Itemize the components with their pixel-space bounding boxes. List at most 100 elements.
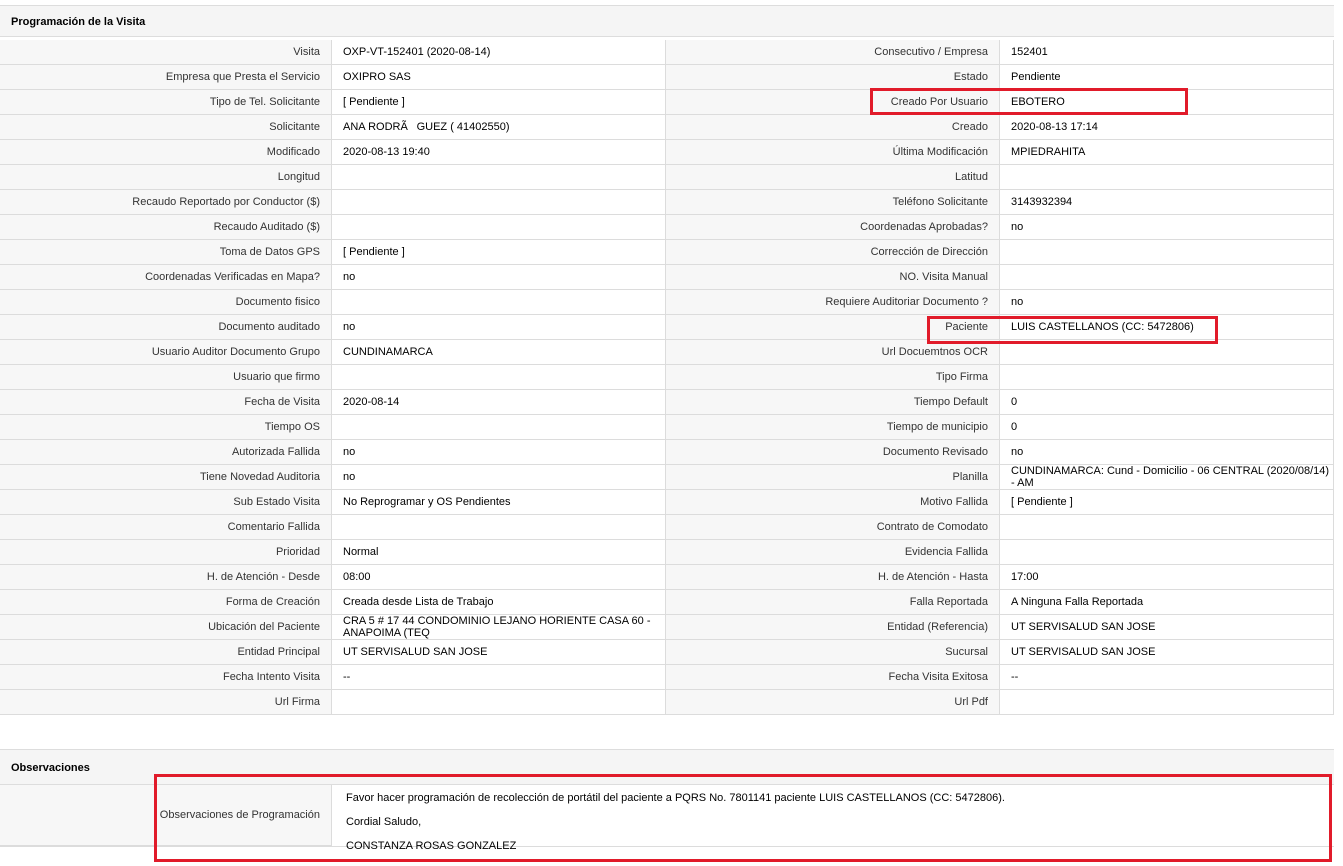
field-label: Latitud (666, 165, 1000, 190)
field-row: Usuario Auditor Documento Grupo CUNDINAMA… (0, 340, 1334, 365)
field-row: Tipo de Tel. Solicitante[ Pendiente ] Cre… (0, 90, 1334, 115)
field-value: -- (1000, 665, 1334, 690)
field-label: Fecha Visita Exitosa (666, 665, 1000, 690)
field-label: Fecha Intento Visita (0, 665, 332, 690)
field-value: CRA 5 # 17 44 CONDOMINIO LEJANO HORIENTE… (332, 615, 666, 640)
field-label: Prioridad (0, 540, 332, 565)
observaciones-text: Favor hacer programación de recolección … (332, 785, 1005, 852)
field-value: no (332, 440, 666, 465)
field-label: Usuario que firmo (0, 365, 332, 390)
field-row: Tiempo OS Tiempo de municipio 0 (0, 415, 1334, 440)
field-label: Sucursal (666, 640, 1000, 665)
field-row: Forma de Creación Creada desde Lista de T… (0, 590, 1334, 615)
field-row: Tiene Novedad Auditoria no Planilla CUNDIN… (0, 465, 1334, 490)
field-value (1000, 265, 1334, 290)
field-row: Recaudo Reportado por Conductor ($) Teléf… (0, 190, 1334, 215)
field-row: Modificado 2020-08-13 19:40 Última Modific… (0, 140, 1334, 165)
field-label: Última Modificación (666, 140, 1000, 165)
observaciones-row: Observaciones de Programación Favor hace… (0, 785, 1334, 852)
field-value: 0 (1000, 415, 1334, 440)
field-row: Empresa que Presta el Servicio OXIPRO SAS… (0, 65, 1334, 90)
field-label: Tipo Firma (666, 365, 1000, 390)
field-label: Requiere Auditoriar Documento ? (666, 290, 1000, 315)
field-label: Longitud (0, 165, 332, 190)
field-value (332, 365, 666, 390)
field-value: 2020-08-13 17:14 (1000, 115, 1334, 140)
field-label: Fecha de Visita (0, 390, 332, 415)
observaciones-label: Observaciones de Programación (0, 785, 332, 846)
field-row: Sub Estado Visita No Reprogramar y OS Pen… (0, 490, 1334, 515)
field-value: A Ninguna Falla Reportada (1000, 590, 1334, 615)
visit-details-grid: Visita OXP-VT-152401 (2020-08-14) Consecut… (0, 40, 1334, 715)
field-value: UT SERVISALUD SAN JOSE (1000, 640, 1334, 665)
field-value (332, 165, 666, 190)
field-value: UT SERVISALUD SAN JOSE (332, 640, 666, 665)
field-label: Contrato de Comodato (666, 515, 1000, 540)
field-value (1000, 365, 1334, 390)
field-label: Url Pdf (666, 690, 1000, 715)
field-label: Usuario Auditor Documento Grupo (0, 340, 332, 365)
field-label: Motivo Fallida (666, 490, 1000, 515)
field-label: Planilla (666, 465, 1000, 490)
field-value: LUIS CASTELLANOS (CC: 5472806) (1000, 315, 1334, 340)
field-value: Pendiente (1000, 65, 1334, 90)
field-label: Toma de Datos GPS (0, 240, 332, 265)
field-label: Comentario Fallida (0, 515, 332, 540)
field-label: Empresa que Presta el Servicio (0, 65, 332, 90)
field-row: H. de Atención - Desde 08:00 H. de Atenció… (0, 565, 1334, 590)
field-label: Corrección de Dirección (666, 240, 1000, 265)
field-label: Documento Revisado (666, 440, 1000, 465)
field-row: Documento fisico Requiere Auditoriar Docu… (0, 290, 1334, 315)
field-label: Consecutivo / Empresa (666, 40, 1000, 65)
field-value: no (332, 465, 666, 490)
field-label: Coordenadas Aprobadas? (666, 215, 1000, 240)
field-row: Entidad Principal UT SERVISALUD SAN JOSE S… (0, 640, 1334, 665)
section-header-observaciones: Observaciones (0, 749, 1334, 785)
field-label: Documento auditado (0, 315, 332, 340)
field-row: Solicitante ANA RODRÃGUEZ ( 41402550) Cre… (0, 115, 1334, 140)
field-value: MPIEDRAHITA (1000, 140, 1334, 165)
field-value: No Reprogramar y OS Pendientes (332, 490, 666, 515)
field-value (1000, 690, 1334, 715)
field-value: 08:00 (332, 565, 666, 590)
observaciones-line: Cordial Saludo, (346, 816, 422, 828)
field-label: Documento fisico (0, 290, 332, 315)
field-label: Teléfono Solicitante (666, 190, 1000, 215)
field-label: Coordenadas Verificadas en Mapa? (0, 265, 332, 290)
field-row: Prioridad Normal Evidencia Fallida (0, 540, 1334, 565)
field-value: no (1000, 440, 1334, 465)
field-row: Comentario Fallida Contrato de Comodato (0, 515, 1334, 540)
field-value (332, 515, 666, 540)
field-label: Tiempo OS (0, 415, 332, 440)
field-label: Sub Estado Visita (0, 490, 332, 515)
field-value: CUNDINAMARCA: Cund - Domicilio - 06 CENT… (1000, 465, 1334, 490)
field-label: Modificado (0, 140, 332, 165)
field-value: Creada desde Lista de Trabajo (332, 590, 666, 615)
field-value: 2020-08-13 19:40 (332, 140, 666, 165)
field-row: Fecha Intento Visita -- Fecha Visita Exit… (0, 665, 1334, 690)
field-label: H. de Atención - Desde (0, 565, 332, 590)
field-value: 152401 (1000, 40, 1334, 65)
field-value: UT SERVISALUD SAN JOSE (1000, 615, 1334, 640)
field-value (1000, 515, 1334, 540)
field-value: 17:00 (1000, 565, 1334, 590)
field-value (332, 215, 666, 240)
field-value: 0 (1000, 390, 1334, 415)
field-label: Ubicación del Paciente (0, 615, 332, 640)
field-value: OXIPRO SAS (332, 65, 666, 90)
field-row: Documento auditado no Paciente LUIS CASTEL… (0, 315, 1334, 340)
field-label: Entidad (Referencia) (666, 615, 1000, 640)
field-label: NO. Visita Manual (666, 265, 1000, 290)
field-value: no (1000, 215, 1334, 240)
field-value (332, 190, 666, 215)
field-label: H. de Atención - Hasta (666, 565, 1000, 590)
field-value (1000, 340, 1334, 365)
field-value (332, 415, 666, 440)
field-label: Creado Por Usuario (666, 90, 1000, 115)
field-label: Tiempo Default (666, 390, 1000, 415)
field-value (332, 290, 666, 315)
field-value (332, 690, 666, 715)
field-label: Autorizada Fallida (0, 440, 332, 465)
field-label: Tiempo de municipio (666, 415, 1000, 440)
field-value: [ Pendiente ] (1000, 490, 1334, 515)
